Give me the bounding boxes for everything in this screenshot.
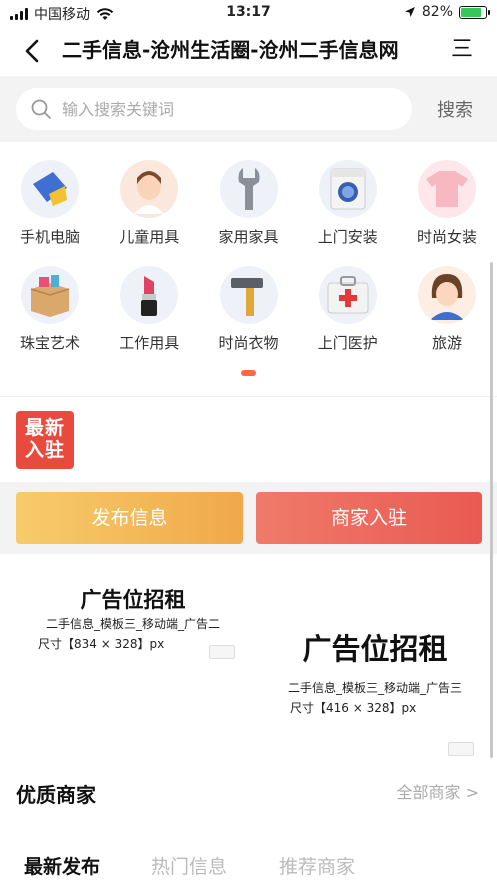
menu-icon[interactable]: 三 (449, 38, 475, 62)
category-item[interactable]: 珠宝艺术 (2, 256, 98, 362)
washing-machine-icon (318, 160, 377, 218)
ad-title: 广告位招租 (80, 588, 186, 612)
child-icon (120, 160, 179, 218)
battery-icon (459, 5, 490, 19)
box-icon (21, 266, 79, 324)
ad-size: 尺寸【834 × 328】px (38, 637, 165, 651)
badge-line1: 最新 (24, 417, 65, 439)
category-item[interactable]: 儿童用具 (101, 150, 197, 256)
category-row: 珠宝艺术 工作用具 时尚衣物 上门医护 旅游 (0, 256, 497, 362)
category-item[interactable]: 工作用具 (101, 256, 197, 362)
ad-banner[interactable]: 广告位招租 二手信息_模板三_移动端_广告二 尺寸【834 × 328】px (28, 586, 238, 654)
category-item[interactable]: 家用家具 (201, 150, 297, 256)
medical-kit-icon (318, 266, 377, 324)
publish-button[interactable]: 发布信息 (16, 492, 243, 544)
category-label: 时尚衣物 (218, 334, 279, 352)
person-icon (418, 266, 476, 324)
ad-banner[interactable]: 广告位招租 二手信息_模板三_移动端_广告三 尺寸【416 × 328】px (270, 628, 480, 718)
tshirt-icon (418, 160, 476, 218)
ad-size: 尺寸【416 × 328】px (290, 701, 417, 715)
section-title: 优质商家 (16, 783, 96, 807)
category-label: 上门医护 (317, 334, 378, 352)
search-button[interactable]: 搜索 (437, 96, 473, 122)
category-label: 儿童用具 (119, 228, 180, 246)
tab-hot[interactable]: 热门信息 (151, 852, 227, 879)
location-arrow-icon (404, 7, 415, 17)
content-tabs: 最新发布 热门信息 推荐商家 (0, 850, 497, 883)
lipstick-icon (120, 266, 179, 324)
action-bar: 发布信息 商家入驻 (0, 482, 497, 554)
ad-desc: 二手信息_模板三_移动端_广告三 (287, 681, 462, 695)
page-title: 二手信息-沧州生活圈-沧州二手信息网 (62, 38, 399, 62)
nav-bar: 二手信息-沧州生活圈-沧州二手信息网 三 (0, 26, 497, 76)
chevron-left-icon[interactable] (18, 36, 48, 66)
category-label: 时尚女装 (416, 228, 477, 246)
category-grid: 手机电脑 儿童用具 家用家具 上门安装 时尚女装 珠宝艺术 工作用具 时尚衣物 … (0, 150, 497, 362)
category-row: 手机电脑 儿童用具 家用家具 上门安装 时尚女装 (0, 150, 497, 256)
category-label: 家用家具 (218, 228, 279, 246)
category-item[interactable]: 手机电脑 (2, 150, 98, 256)
wrench-icon (219, 160, 278, 218)
search-input[interactable] (62, 94, 392, 124)
category-item[interactable]: 时尚衣物 (201, 256, 297, 362)
badge-line2: 入驻 (24, 439, 65, 461)
all-merchants-link[interactable]: 全部商家 > (397, 779, 480, 803)
hammer-icon (219, 266, 278, 324)
category-item[interactable]: 上门安装 (300, 150, 396, 256)
search-icon (31, 99, 51, 119)
merchant-join-button[interactable]: 商家入驻 (256, 492, 482, 544)
computer-icon (21, 160, 79, 218)
ad-mark-icon (209, 645, 235, 659)
category-label: 手机电脑 (19, 228, 80, 246)
category-item[interactable]: 时尚女装 (399, 150, 495, 256)
status-right: 82% (404, 4, 490, 20)
search-box[interactable] (16, 88, 412, 130)
ad-mark-icon (448, 742, 474, 756)
category-item[interactable]: 旅游 (399, 256, 495, 362)
category-item[interactable]: 上门医护 (300, 256, 396, 362)
category-label: 旅游 (431, 334, 462, 352)
status-bar: 中国移动 13:17 82% (0, 0, 497, 26)
tab-recommended[interactable]: 推荐商家 (279, 852, 355, 879)
ad-title: 广告位招租 (302, 632, 448, 666)
category-label: 上门安装 (317, 228, 378, 246)
category-label: 工作用具 (119, 334, 180, 352)
divider (0, 396, 497, 397)
battery-percent: 82% (421, 4, 453, 20)
ad-desc: 二手信息_模板三_移动端_广告二 (45, 617, 220, 631)
tab-latest[interactable]: 最新发布 (24, 852, 100, 879)
page-indicator (241, 370, 256, 376)
battery-level (461, 7, 481, 17)
search-bar: 搜索 (0, 76, 497, 142)
newest-join-badge[interactable]: 最新 入驻 (16, 411, 74, 469)
category-label: 珠宝艺术 (19, 334, 80, 352)
scrollbar[interactable] (490, 262, 493, 758)
